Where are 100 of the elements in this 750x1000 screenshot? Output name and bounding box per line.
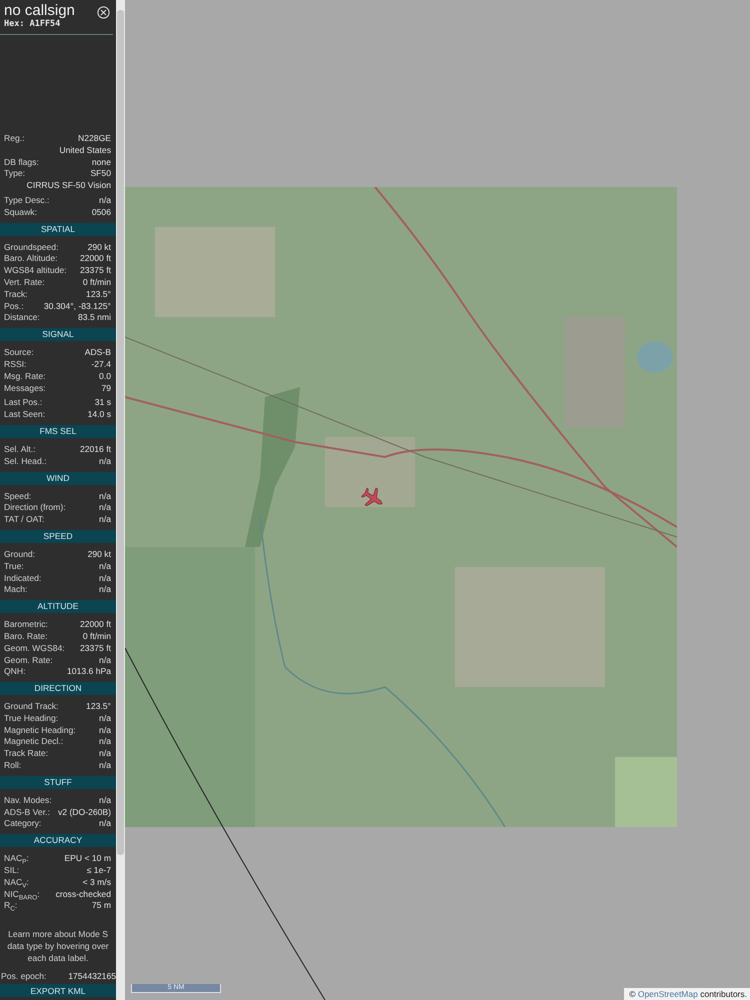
field-label: Indicated: bbox=[4, 572, 42, 584]
field-label: Roll: bbox=[4, 760, 22, 772]
section-header: ALTITUDE bbox=[0, 600, 116, 614]
section-header: FMS SEL bbox=[0, 424, 116, 438]
export-button[interactable]: EXPORT KML bbox=[0, 984, 116, 998]
field-value: 0 ft/min bbox=[82, 630, 111, 643]
field-value: n/a bbox=[99, 490, 111, 502]
help-note: Learn more about Mode S data type by hovering over each data label. bbox=[6, 928, 110, 964]
section-header: WIND bbox=[0, 472, 116, 485]
field-value: 23375 ft bbox=[80, 265, 111, 277]
field-value: 22000 ft bbox=[80, 253, 111, 266]
field-value: N228GE bbox=[78, 133, 111, 145]
field-label: True Heading: bbox=[4, 712, 58, 725]
field-label: Baro. Altitude: bbox=[4, 253, 58, 266]
field-value: 31 s bbox=[94, 397, 111, 410]
field-label: Geom. WGS84: bbox=[4, 642, 65, 654]
field-label: RSSI: bbox=[4, 358, 26, 371]
field-label: Type: bbox=[4, 168, 26, 180]
scrollbar[interactable] bbox=[116, 0, 125, 1000]
field-label: Msg. Rate: bbox=[4, 370, 46, 383]
field-value: n/a bbox=[99, 794, 111, 807]
field-label: Squawk: bbox=[4, 206, 37, 219]
field-label: Speed: bbox=[4, 490, 32, 502]
field-label: Distance: bbox=[4, 312, 40, 324]
field-label: R$_{C}$: bbox=[4, 900, 18, 912]
section-header: SIGNAL bbox=[0, 328, 116, 342]
field-label: Geom. Rate: bbox=[4, 654, 53, 666]
field-value: 22000 ft bbox=[80, 619, 111, 631]
field-value: n/a bbox=[99, 456, 111, 468]
field-value: ADS-B bbox=[84, 347, 111, 359]
map-attribution: © OpenStreetMap contributors. bbox=[624, 988, 750, 1000]
field-label: NAC$_{V}$: bbox=[4, 876, 29, 889]
field-label: QNH: bbox=[4, 666, 26, 678]
field-label: WGS84 altitude: bbox=[4, 265, 67, 277]
field-value: 123.5° bbox=[86, 288, 111, 301]
field-label: Messages: bbox=[4, 382, 46, 394]
aircraft-icon[interactable] bbox=[361, 488, 383, 506]
callsign-title: no callsign bbox=[4, 3, 75, 19]
field-value: n/a bbox=[99, 736, 111, 748]
field-value: 290 kt bbox=[88, 548, 111, 561]
field-label: Magnetic Heading: bbox=[4, 724, 76, 736]
osm-link[interactable]: OpenStreetMap bbox=[638, 989, 698, 999]
hex-code: Hex: A1FF54 bbox=[4, 19, 60, 29]
field-value: n/a bbox=[99, 560, 111, 573]
field-value: n/a bbox=[99, 572, 111, 584]
section-header: STUFF bbox=[0, 776, 116, 789]
field-value: 0506 bbox=[92, 206, 111, 219]
field-label: NAC$_{P}$: bbox=[4, 853, 29, 866]
field-value: cross-checked bbox=[56, 888, 111, 900]
field-label: Reg.: bbox=[4, 133, 25, 145]
field-label: Vert. Rate: bbox=[4, 276, 45, 289]
field-value: -27.4 bbox=[91, 358, 111, 371]
section-header: SPEED bbox=[0, 530, 116, 543]
field-label: Mach: bbox=[4, 584, 28, 596]
field-label: Pos. epoch: bbox=[1, 970, 46, 982]
field-label: Track: bbox=[4, 288, 28, 301]
field-label: Groundspeed: bbox=[4, 242, 58, 254]
field-value: 1013.6 hPa bbox=[67, 666, 111, 678]
field-value: 1754432165 bbox=[68, 970, 116, 982]
field-value: 14.0 s bbox=[88, 409, 111, 421]
field-label: Pos.: bbox=[4, 300, 24, 312]
field-value: 123.5° bbox=[86, 701, 111, 713]
field-value: 79 bbox=[101, 382, 111, 394]
field-label: True: bbox=[4, 560, 24, 573]
field-value: SF50 bbox=[90, 168, 111, 180]
field-value: n/a bbox=[99, 748, 111, 760]
field-value: CIRRUS SF-50 Vision bbox=[26, 180, 111, 192]
field-label: Track Rate: bbox=[4, 748, 48, 760]
field-label: Direction (from): bbox=[4, 502, 66, 514]
field-label: ADS-B Ver.: bbox=[4, 806, 50, 818]
field-label: Category: bbox=[4, 818, 42, 830]
section-header: DIRECTION bbox=[0, 682, 116, 696]
field-value: n/a bbox=[99, 502, 111, 514]
field-value: ≤ 1e-7 bbox=[86, 865, 111, 877]
field-value: United States bbox=[59, 144, 111, 157]
field-value: n/a bbox=[99, 760, 111, 772]
field-label: Last Pos.: bbox=[4, 397, 42, 410]
section-header: ACCURACY bbox=[0, 834, 116, 848]
field-label: Nav. Modes: bbox=[4, 794, 52, 807]
field-value: 30.304°, -83.125° bbox=[44, 300, 111, 312]
field-label: Sel. Head.: bbox=[4, 456, 47, 468]
field-label: TAT / OAT: bbox=[4, 514, 44, 526]
field-label: Baro. Rate: bbox=[4, 630, 48, 643]
field-label: Barometric: bbox=[4, 619, 48, 631]
field-label: NIC$_{BARO}$: bbox=[4, 888, 40, 900]
field-value: 22016 ft bbox=[80, 444, 111, 456]
field-value: n/a bbox=[99, 654, 111, 666]
field-label: Sel. Alt.: bbox=[4, 444, 36, 456]
field-value: none bbox=[92, 156, 111, 168]
field-label: SIL: bbox=[4, 865, 20, 877]
field-value: n/a bbox=[99, 514, 111, 526]
field-value: 23375 ft bbox=[80, 642, 111, 654]
section-header: SPATIAL bbox=[0, 222, 116, 236]
close-button[interactable] bbox=[97, 6, 110, 19]
field-value: EPU < 10 m bbox=[64, 853, 111, 866]
field-label: DB flags: bbox=[4, 156, 39, 168]
field-label: Magnetic Decl.: bbox=[4, 736, 64, 748]
field-value: n/a bbox=[99, 584, 111, 596]
field-value: 0 ft/min bbox=[82, 276, 111, 289]
field-value: 83.5 nmi bbox=[78, 312, 111, 324]
